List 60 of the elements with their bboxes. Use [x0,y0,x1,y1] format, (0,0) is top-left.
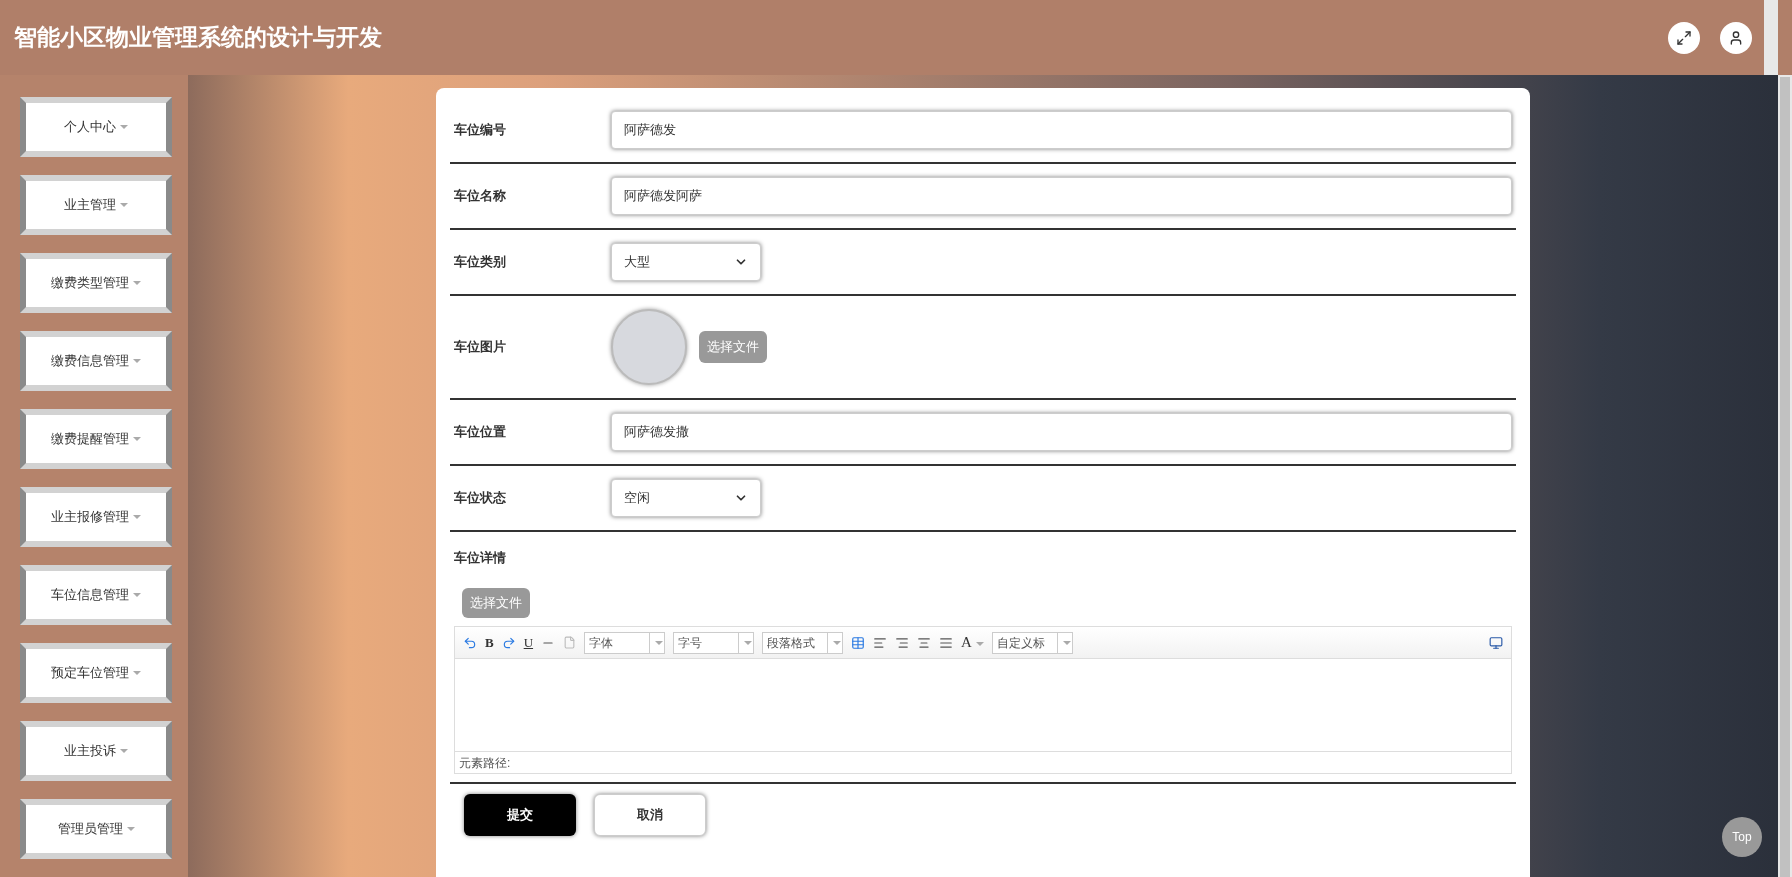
redo-icon[interactable] [501,635,516,650]
input-field[interactable]: 阿萨德发 [611,111,1512,149]
sidebar-item[interactable]: 管理员管理 [20,799,172,859]
dropdown-field[interactable]: 段落格式 [762,631,844,654]
caret-icon [133,281,141,285]
caret-icon [120,203,128,207]
sidebar-item[interactable]: 预定车位管理 [20,643,172,703]
field-label: 车位详情 [454,549,507,567]
bold-button[interactable]: B [485,632,494,653]
dropdown-field[interactable]: 字体 [584,631,666,654]
cancel-button[interactable]: 取消 [594,794,706,836]
align-justify-icon[interactable] [939,635,954,650]
select-field[interactable]: 大型 [611,243,761,281]
caret-icon [833,640,842,645]
table-icon[interactable] [851,635,866,650]
dropdown-field[interactable]: 字号 [673,631,755,654]
sidebar-item[interactable]: 个人中心 [20,97,172,157]
caret-icon [133,359,141,363]
input-field[interactable]: 阿萨德发阿萨 [611,177,1512,215]
sidebar-item[interactable]: 缴费提醒管理 [20,409,172,469]
sidebar-item[interactable]: 业主投诉 [20,721,172,781]
caret-icon [655,640,664,645]
caret-icon [744,640,753,645]
sidebar-item[interactable]: 车位信息管理 [20,565,172,625]
input-field[interactable]: 阿萨德发撒 [611,413,1512,451]
sidebar-item[interactable]: 业主报修管理 [20,487,172,547]
align-right-icon[interactable] [895,635,910,650]
expand-icon [1676,29,1692,46]
undo-icon[interactable] [463,635,477,650]
caret-icon [133,671,141,675]
caret-icon [133,515,141,519]
sidebar-item[interactable]: 缴费类型管理 [20,253,172,313]
font-color-button[interactable]: A [961,631,984,654]
caret-icon [120,125,128,129]
field-label: 车位类别 [454,253,507,272]
sidebar-item[interactable]: 业主管理 [20,175,172,235]
fullscreen-button[interactable] [1668,21,1700,54]
sidebar-item[interactable]: 缴费信息管理 [20,331,172,391]
align-left-icon[interactable] [873,635,888,650]
underline-button[interactable]: U [523,632,534,653]
caret-icon [133,593,141,597]
user-button[interactable] [1720,21,1752,54]
element-path-label: 元素路径: [459,754,511,772]
caret-icon [120,749,128,753]
submit-button[interactable]: 提交 [464,794,576,836]
dropdown-field[interactable]: 自定义标 [991,631,1073,654]
field-label: 车位名称 [454,187,507,206]
caret-icon [133,437,141,441]
monitor-icon[interactable] [1489,635,1503,650]
field-label: 车位位置 [454,423,507,442]
caret-icon [126,827,135,831]
field-label: 车位状态 [454,489,507,508]
caret-icon [975,641,984,646]
field-label: 车位编号 [454,121,507,140]
field-label: 车位图片 [454,338,507,357]
align-center-icon[interactable] [917,635,932,650]
caret-icon [1062,640,1071,645]
app-title: 智能小区物业管理系统的设计与开发 [14,23,382,53]
user-icon [1728,29,1744,46]
select-field[interactable]: 空闲 [611,479,761,517]
